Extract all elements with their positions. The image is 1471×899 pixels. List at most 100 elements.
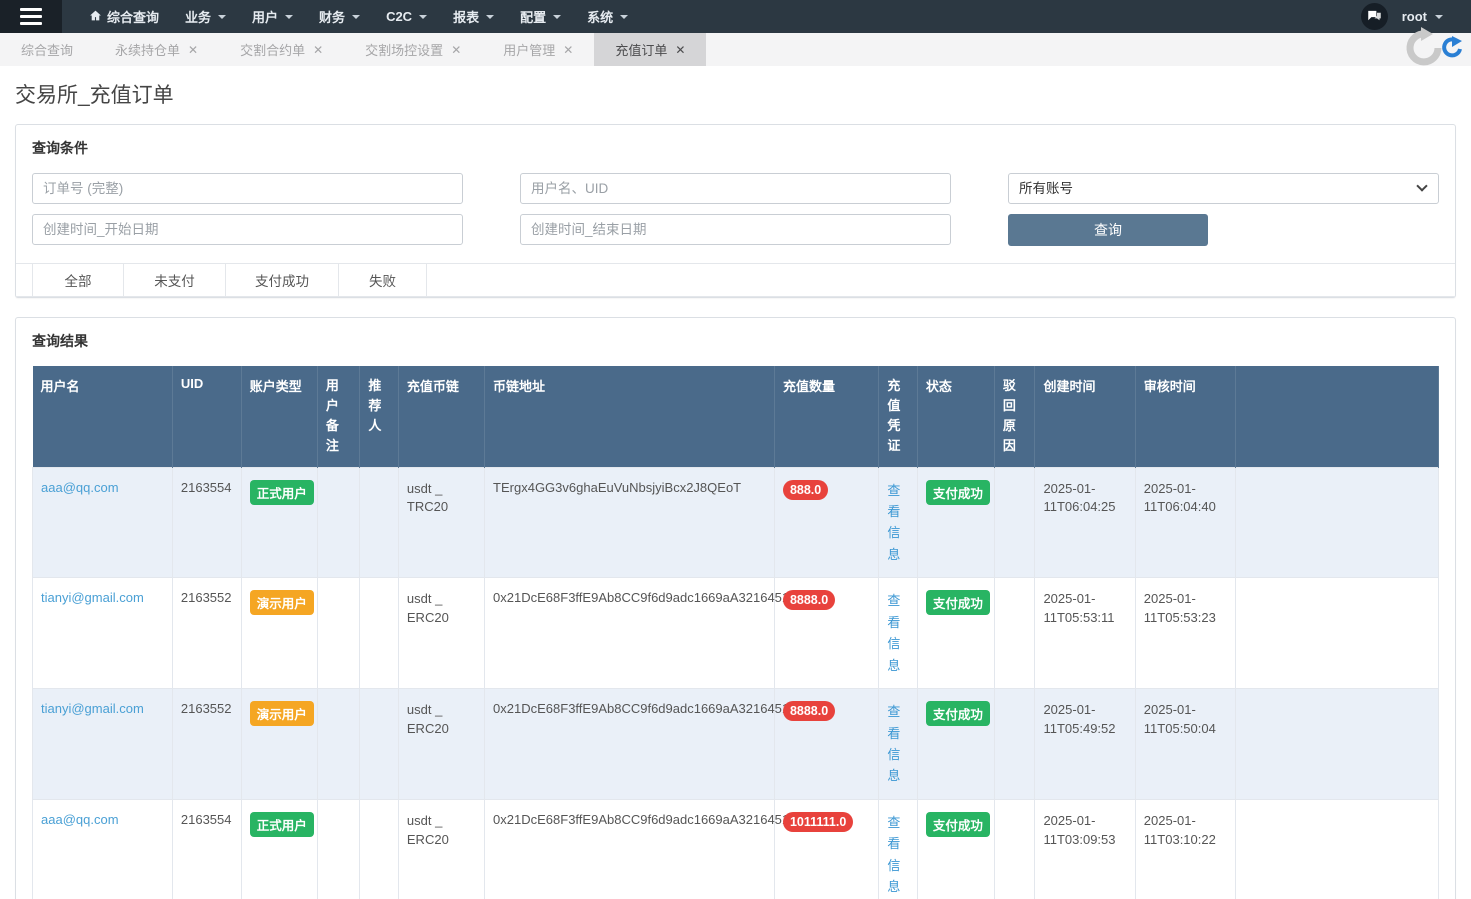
cell-address: 0x21DcE68F3ffE9Ab8CC9f6d9adc1669aA321645… — [485, 799, 775, 899]
tab-label: 充值订单 — [615, 40, 667, 59]
tab[interactable]: 交割合约单 ✕ — [219, 33, 344, 66]
column-header-reject_reason: 驳回原因 — [994, 366, 1035, 467]
status-filter-tab[interactable]: 失败 — [339, 264, 427, 296]
nav-menu-item[interactable]: 系统 — [574, 0, 641, 33]
nav-menu-item[interactable]: 配置 — [507, 0, 574, 33]
refresh-icon[interactable] — [1439, 36, 1465, 62]
username-link[interactable]: tianyi@gmail.com — [41, 590, 144, 605]
status-filter-tab[interactable]: 未支付 — [124, 264, 226, 296]
status-filter-tab[interactable]: 全部 — [32, 264, 124, 296]
tab-close-icon[interactable]: ✕ — [313, 44, 323, 56]
sidebar-toggle-button[interactable] — [0, 0, 62, 33]
order-number-input[interactable] — [32, 173, 463, 204]
status-badge: 支付成功 — [926, 812, 990, 837]
nav-menu-item[interactable]: C2C — [373, 0, 440, 33]
tab[interactable]: 用户管理✕ — [482, 33, 594, 66]
column-header-status: 状态 — [917, 366, 994, 467]
end-date-input[interactable] — [520, 214, 951, 245]
nav-menu-item[interactable]: 报表 — [440, 0, 507, 33]
user-menu[interactable]: root — [1402, 9, 1443, 24]
cell-reviewed_at: 2025-01-11T03:10:22 — [1135, 799, 1235, 899]
top-navbar: 综合查询业务用户财务 C2C 报表配置系统 root — [0, 0, 1471, 33]
tab[interactable]: 永续持仓单✕ — [94, 33, 219, 66]
nav-menu-item[interactable]: 用户 — [239, 0, 306, 33]
tab-close-icon[interactable]: ✕ — [563, 44, 573, 56]
cell-reviewed_at: 2025-01-11T06:04:40 — [1135, 467, 1235, 578]
nav-menu-item[interactable]: 财务 — [306, 0, 373, 33]
cell-user_note — [317, 799, 360, 899]
chevron-down-icon — [1435, 15, 1443, 19]
column-header-chain: 充值币链 — [398, 366, 484, 467]
cell-account_type: 正式用户 — [241, 467, 317, 578]
tab-label: 综合查询 — [21, 40, 73, 59]
column-header-account_type: 账户类型 — [241, 366, 317, 467]
chevron-down-icon — [553, 15, 561, 19]
nav-menu-label: 系统 — [587, 7, 613, 26]
cell-referrer — [360, 467, 399, 578]
tab[interactable]: 交割场控设置✕ — [344, 33, 482, 66]
cell-amount: 8888.0 — [774, 689, 878, 800]
account-select[interactable]: 所有账号 — [1008, 173, 1439, 204]
column-header-voucher: 充值凭证 — [879, 366, 918, 467]
chat-bubbles-icon — [1367, 10, 1382, 23]
cell-status: 支付成功 — [917, 799, 994, 899]
cell-uid: 2163554 — [172, 799, 241, 899]
column-header-address: 币链地址 — [485, 366, 775, 467]
status-filter-tabs: 全部未支付支付成功失败 — [16, 263, 1455, 297]
tab-close-icon[interactable]: ✕ — [675, 44, 685, 56]
column-header-user_note: 用户备注 — [317, 366, 360, 467]
cell-voucher: 查看信息 — [879, 689, 918, 800]
chevron-down-icon — [620, 15, 628, 19]
orders-table: 用户名UID账户类型用户备注推荐人充值币链币链地址充值数量充值凭证状态驳回原因创… — [32, 366, 1439, 899]
column-header-referrer: 推荐人 — [360, 366, 399, 467]
cell-actions — [1236, 467, 1439, 578]
cell-status: 支付成功 — [917, 467, 994, 578]
nav-menu-item[interactable]: 综合查询 — [76, 0, 172, 33]
column-header-label: 充值凭证 — [887, 376, 901, 457]
cell-username: aaa@qq.com — [33, 799, 173, 899]
cell-amount: 1011111.0 — [774, 799, 878, 899]
nav-menu-label: C2C — [386, 9, 412, 24]
table-row: tianyi@gmail.com2163552演示用户usdt _ ERC200… — [33, 689, 1439, 800]
account-type-badge: 正式用户 — [250, 480, 314, 505]
view-voucher-link[interactable]: 查看信息 — [887, 590, 901, 676]
view-voucher-link[interactable]: 查看信息 — [887, 480, 901, 566]
cell-created_at: 2025-01-11T05:53:11 — [1035, 578, 1135, 689]
amount-badge: 8888.0 — [783, 701, 835, 721]
tab-label: 交割合约单 — [240, 40, 305, 59]
tab-close-icon[interactable]: ✕ — [188, 44, 198, 56]
view-voucher-link[interactable]: 查看信息 — [887, 701, 901, 787]
username-label: root — [1402, 9, 1427, 24]
cell-created_at: 2025-01-11T06:04:25 — [1035, 467, 1135, 578]
nav-menu-item[interactable]: 业务 — [172, 0, 239, 33]
cell-actions — [1236, 799, 1439, 899]
column-header-label: 驳回原因 — [1003, 376, 1017, 457]
column-header-created_at: 创建时间 — [1035, 366, 1135, 467]
tab-active[interactable]: 充值订单 ✕ — [594, 33, 706, 66]
username-link[interactable]: aaa@qq.com — [41, 812, 119, 827]
status-badge: 支付成功 — [926, 480, 990, 505]
orders-table-body: aaa@qq.com2163554正式用户usdt _ TRC20TErgx4G… — [33, 467, 1439, 899]
view-voucher-link[interactable]: 查看信息 — [887, 812, 901, 898]
username-link[interactable]: tianyi@gmail.com — [41, 701, 144, 716]
cell-created_at: 2025-01-11T05:49:52 — [1035, 689, 1135, 800]
results-panel-title: 查询结果 — [32, 331, 1439, 351]
cell-username: aaa@qq.com — [33, 467, 173, 578]
cell-actions — [1236, 689, 1439, 800]
cell-uid: 2163552 — [172, 689, 241, 800]
chevron-down-icon — [285, 15, 293, 19]
cell-chain: usdt _ ERC20 — [398, 689, 484, 800]
cell-account_type: 演示用户 — [241, 578, 317, 689]
cell-chain: usdt _ ERC20 — [398, 578, 484, 689]
home-icon — [89, 9, 102, 25]
tab-close-icon[interactable]: ✕ — [451, 44, 461, 56]
chevron-down-icon — [419, 15, 427, 19]
username-link[interactable]: aaa@qq.com — [41, 480, 119, 495]
tab[interactable]: 综合查询 — [0, 33, 94, 66]
cell-account_type: 演示用户 — [241, 689, 317, 800]
search-button[interactable]: 查询 — [1008, 214, 1208, 246]
status-filter-tab[interactable]: 支付成功 — [226, 264, 339, 296]
username-uid-input[interactable] — [520, 173, 951, 204]
start-date-input[interactable] — [32, 214, 463, 245]
messages-button[interactable] — [1361, 3, 1388, 30]
